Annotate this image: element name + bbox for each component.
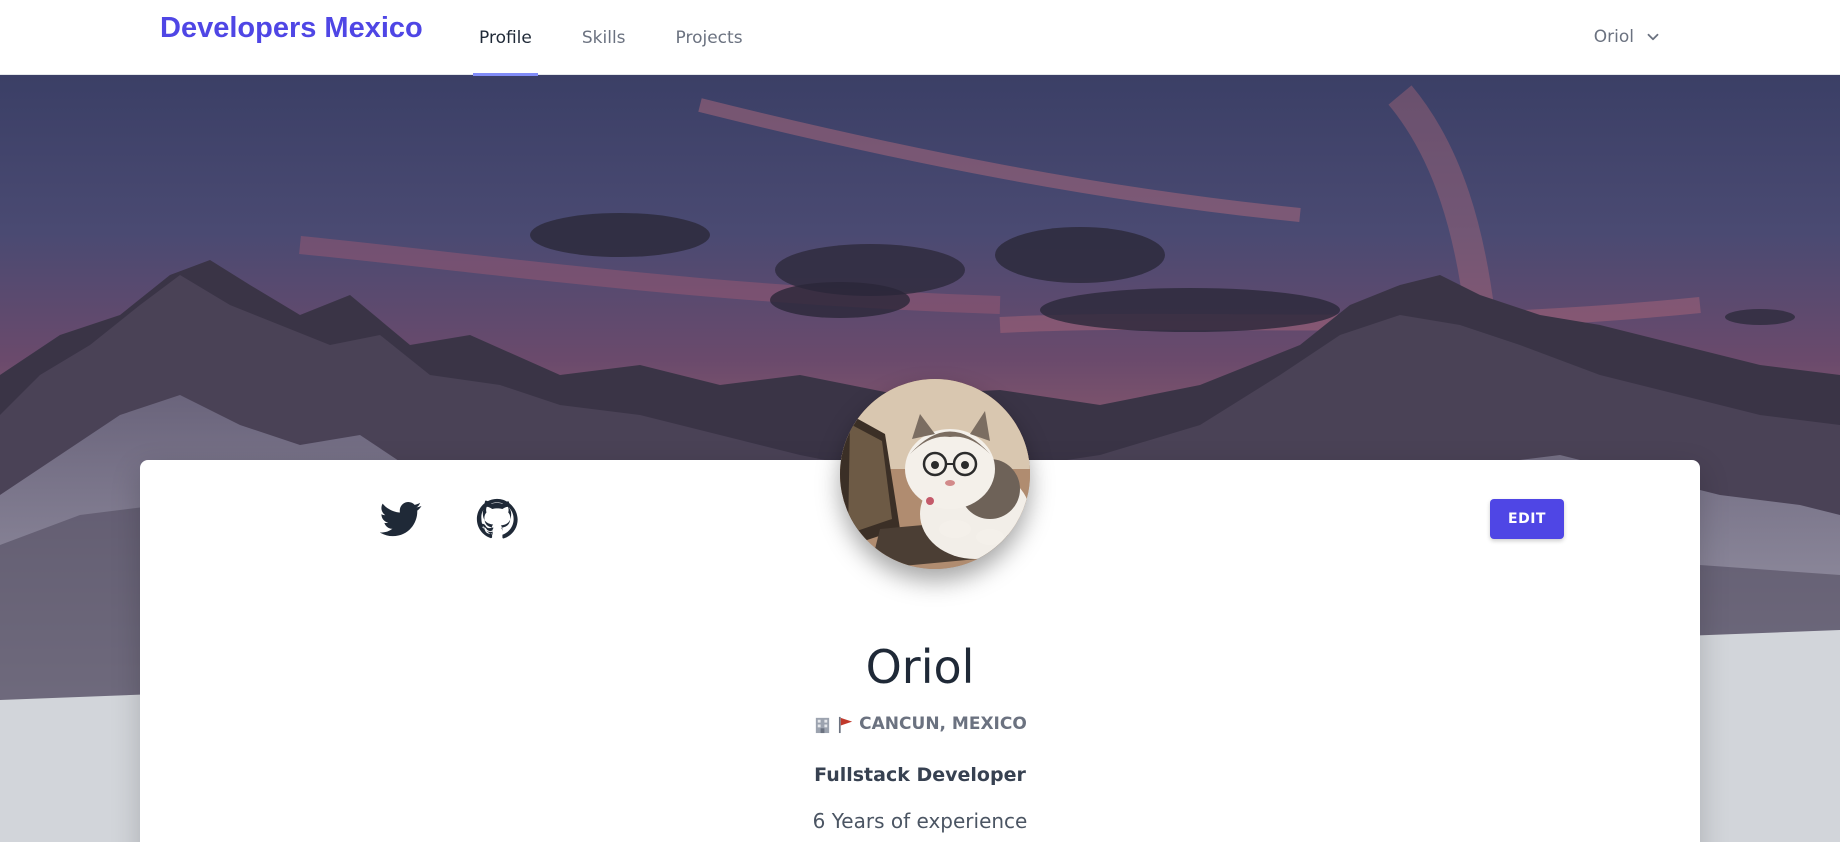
social-links <box>380 498 518 540</box>
location-text: CANCUN, MEXICO <box>859 714 1027 734</box>
user-menu-button[interactable]: Oriol <box>1594 22 1662 52</box>
tab-profile[interactable]: Profile <box>473 0 538 76</box>
github-icon[interactable] <box>476 498 518 540</box>
profile-role: Fullstack Developer <box>814 764 1026 786</box>
tab-skills-label: Skills <box>581 27 626 48</box>
edit-profile-button[interactable]: EDIT <box>1490 499 1564 539</box>
flag-icon <box>839 716 853 733</box>
profile-location: CANCUN, MEXICO <box>140 714 1700 734</box>
chevron-down-icon <box>1647 33 1659 41</box>
top-navbar: Developers Mexico Profile Skills Project… <box>0 0 1840 76</box>
avatar <box>840 379 1030 569</box>
tab-projects[interactable]: Projects <box>670 0 749 75</box>
brand-logo[interactable]: Developers Mexico <box>160 12 423 45</box>
office-building-icon <box>816 717 830 733</box>
profile-experience: 6 Years of experience <box>812 809 1028 833</box>
twitter-icon[interactable] <box>380 498 422 540</box>
tab-projects-label: Projects <box>675 27 743 48</box>
nav-tabs: Profile Skills Projects <box>473 0 787 76</box>
user-name: Oriol <box>1593 27 1634 47</box>
profile-card: EDIT Oriol CANCUN, MEXICO Fullstack Deve… <box>140 379 1700 842</box>
profile-name: Oriol <box>865 640 975 694</box>
tab-profile-label: Profile <box>479 27 532 48</box>
tab-skills[interactable]: Skills <box>576 0 632 75</box>
